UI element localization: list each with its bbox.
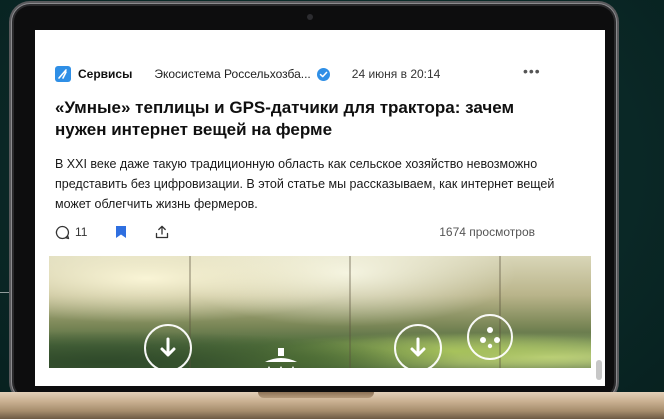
scrollbar[interactable] xyxy=(596,360,602,380)
laptop-base xyxy=(0,392,664,419)
bookmark-icon[interactable] xyxy=(115,225,127,239)
post-actions: 11 1674 просмотров xyxy=(55,223,535,241)
share-icon[interactable] xyxy=(155,225,169,239)
service-logo-icon[interactable] xyxy=(55,66,71,82)
views-count: 1674 просмотров xyxy=(439,225,535,239)
author-link[interactable]: Экосистема Россельхозба... xyxy=(154,67,310,81)
greenhouse-frame xyxy=(349,256,351,368)
post-cover-image[interactable] xyxy=(49,256,591,368)
more-options-button[interactable]: ••• xyxy=(523,63,541,79)
post-header: Сервисы Экосистема Россельхозба... 24 ию… xyxy=(55,66,555,82)
comment-icon[interactable] xyxy=(55,225,70,240)
download-arrow-icon xyxy=(394,324,442,368)
comments-count[interactable]: 11 xyxy=(75,225,87,239)
irrigation-icon xyxy=(259,348,303,368)
webcam xyxy=(307,14,313,20)
download-arrow-icon xyxy=(144,324,192,368)
post-title[interactable]: «Умные» теплицы и GPS-датчики для тракто… xyxy=(55,97,555,141)
laptop-screen: Сервисы Экосистема Россельхозба... 24 ию… xyxy=(35,30,605,386)
laptop-frame: Сервисы Экосистема Россельхозба... 24 ию… xyxy=(14,6,614,398)
verified-badge-icon xyxy=(316,67,330,81)
laptop-opening-notch xyxy=(258,392,374,398)
service-name-link[interactable]: Сервисы xyxy=(78,67,132,81)
post-lead: В XXI веке даже такую традиционную облас… xyxy=(55,157,555,211)
post-date: 24 июня в 20:14 xyxy=(351,67,441,81)
pests-icon xyxy=(467,314,513,360)
